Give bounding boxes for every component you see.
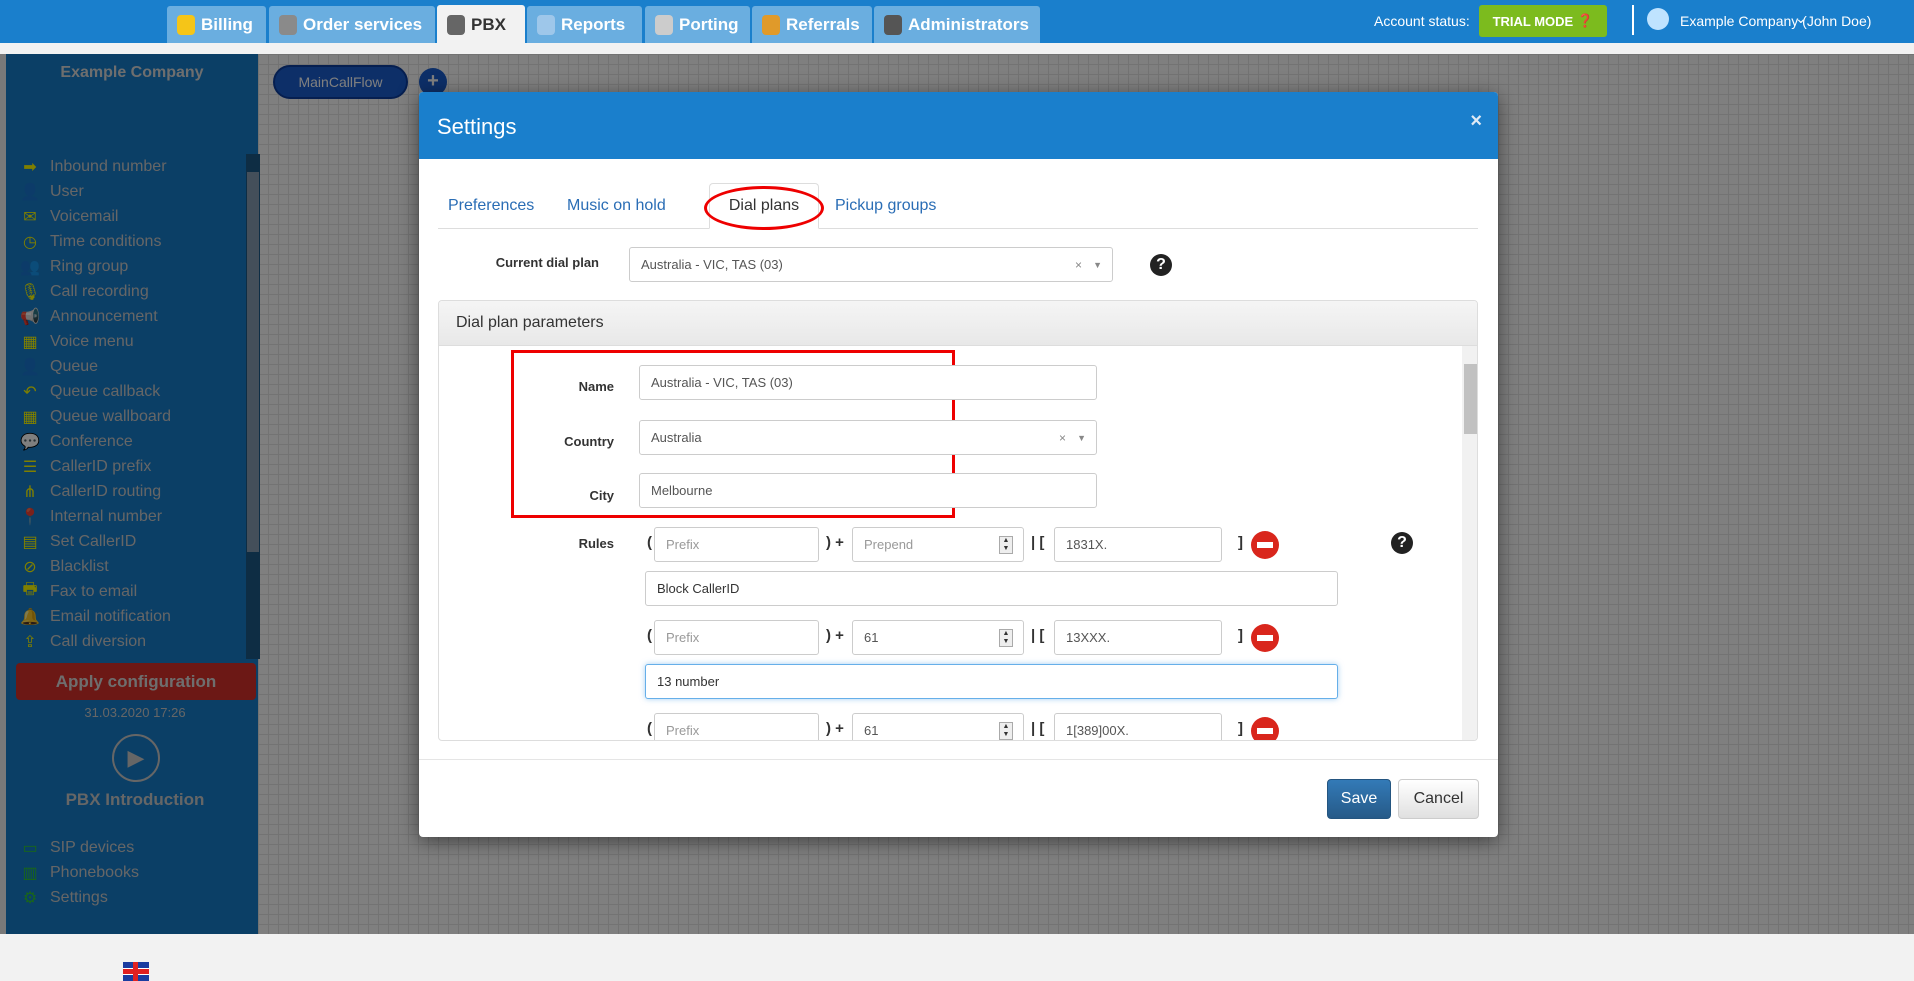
trial-mode-badge[interactable]: TRIAL MODE ❓	[1479, 5, 1607, 37]
highlight-circle	[704, 186, 824, 230]
nav-tab-label: Reports	[561, 14, 626, 34]
save-button[interactable]: Save	[1327, 779, 1391, 819]
rule-description-input[interactable]: 13 number	[645, 664, 1338, 699]
nav-tab-label: Order services	[303, 14, 423, 34]
pbx-icon	[447, 15, 465, 35]
name-input[interactable]: Australia - VIC, TAS (03)	[639, 365, 1097, 400]
nav-tab-order-services[interactable]: Order services	[269, 6, 435, 43]
caret-down-icon: ▼	[1093, 259, 1102, 270]
clear-icon[interactable]: ×	[1059, 431, 1066, 445]
settings-modal: Settings × Preferences Music on hold Dia…	[419, 92, 1498, 837]
panel-body: Name Australia - VIC, TAS (03) Country A…	[439, 346, 1477, 740]
bracket-close: ]	[1238, 720, 1243, 737]
top-navigation: Billing Order services PBX Reports Porting Re…	[0, 0, 1914, 45]
panel-scroll-thumb[interactable]	[1464, 364, 1477, 434]
spinner-icon[interactable]: ▲ ▼	[999, 629, 1013, 647]
rule-pattern-input[interactable]: 1[389]00X.	[1054, 713, 1222, 740]
nav-tab-pbx[interactable]: PBX	[437, 5, 525, 45]
caret-down-icon: ▼	[1077, 432, 1086, 443]
rule-prepend-input[interactable]: 61 ▲ ▼	[852, 713, 1024, 740]
current-dial-plan-label: Current dial plan	[495, 255, 599, 270]
rule-description-input[interactable]: Block CallerID	[645, 571, 1338, 606]
tab-music-on-hold[interactable]: Music on hold	[557, 183, 676, 229]
country-select[interactable]: Australia × ▼	[639, 420, 1097, 455]
nav-tab-referrals[interactable]: Referrals	[752, 6, 872, 43]
remove-rule-icon[interactable]	[1251, 531, 1279, 559]
name-label: Name	[578, 379, 614, 394]
rule-prepend-input[interactable]: 61 ▲ ▼	[852, 620, 1024, 655]
help-icon[interactable]: ?	[1150, 254, 1172, 276]
coins-icon	[177, 14, 195, 35]
account-status-label: Account status:	[1374, 13, 1470, 29]
paren-plus: ) +	[826, 534, 844, 551]
spinner-icon[interactable]: ▲ ▼	[999, 536, 1013, 554]
cancel-button[interactable]: Cancel	[1398, 779, 1479, 819]
nav-tab-reports[interactable]: Reports	[527, 6, 642, 43]
rule-prepend-value: Prepend	[864, 537, 914, 552]
nav-tab-administrators[interactable]: Administrators	[874, 6, 1040, 43]
nav-tab-porting[interactable]: Porting	[645, 6, 750, 43]
country-label: Country	[564, 434, 614, 449]
modal-footer-divider	[419, 759, 1498, 760]
rule-pattern-input[interactable]: 1831X.	[1054, 527, 1222, 562]
panel-title: Dial plan parameters	[439, 301, 1477, 346]
tab-pickup-groups[interactable]: Pickup groups	[825, 183, 946, 229]
paren-plus: ) +	[826, 627, 844, 644]
tab-preferences[interactable]: Preferences	[438, 183, 544, 229]
report-icon	[537, 14, 555, 35]
cart-icon	[279, 14, 297, 35]
rule-prefix-input[interactable]: Prefix	[654, 620, 819, 655]
paren-plus: ) +	[826, 720, 844, 737]
current-dial-plan-value: Australia - VIC, TAS (03)	[641, 257, 783, 272]
bracket-close: ]	[1238, 627, 1243, 644]
country-value: Australia	[651, 430, 702, 445]
close-icon[interactable]: ×	[1470, 110, 1482, 133]
paren-open: (	[647, 720, 652, 737]
user-menu[interactable]: Example Company (John Doe)	[1680, 13, 1871, 29]
rule-prefix-input[interactable]: Prefix	[654, 713, 819, 740]
city-input[interactable]: Melbourne	[639, 473, 1097, 508]
current-dial-plan-select[interactable]: Australia - VIC, TAS (03) × ▼	[629, 247, 1113, 282]
rule-pattern-input[interactable]: 13XXX.	[1054, 620, 1222, 655]
trial-mode-label: TRIAL MODE	[1492, 13, 1574, 29]
remove-rule-icon[interactable]	[1251, 624, 1279, 652]
rule-prepend-input[interactable]: Prepend ▲ ▼	[852, 527, 1024, 562]
avatar[interactable]	[1647, 8, 1669, 30]
divider	[1632, 5, 1634, 35]
rules-help-icon[interactable]: ?	[1391, 532, 1413, 554]
rule-prepend-value: 61	[864, 630, 879, 645]
admin-icon	[884, 14, 902, 35]
rule-prepend-value: 61	[864, 723, 879, 738]
bracket-open: | [	[1031, 720, 1045, 737]
chevron-down-icon[interactable]: ⌄	[1795, 10, 1807, 27]
modal-title: Settings	[419, 92, 1498, 159]
bracket-open: | [	[1031, 534, 1045, 551]
clear-icon[interactable]: ×	[1075, 258, 1082, 272]
help-icon: ❓	[1577, 13, 1594, 28]
rule-prefix-input[interactable]: Prefix	[654, 527, 819, 562]
nav-tab-label: Referrals	[786, 14, 860, 34]
dial-plan-parameters-panel: Dial plan parameters Name Australia - VI…	[438, 300, 1478, 741]
nav-tab-label: Billing	[201, 14, 253, 34]
uk-flag-icon[interactable]	[123, 962, 149, 981]
city-label: City	[589, 488, 614, 503]
phone-icon	[655, 14, 673, 35]
remove-rule-icon[interactable]	[1251, 717, 1279, 740]
spinner-icon[interactable]: ▲ ▼	[999, 722, 1013, 740]
paren-open: (	[647, 627, 652, 644]
bracket-close: ]	[1238, 534, 1243, 551]
nav-tab-label: PBX	[471, 15, 506, 34]
person-icon	[762, 14, 780, 35]
nav-tab-label: Administrators	[908, 14, 1029, 34]
bracket-open: | [	[1031, 627, 1045, 644]
tab-dial-plans[interactable]: Dial plans	[704, 183, 824, 230]
nav-tab-billing[interactable]: Billing	[167, 6, 266, 43]
paren-open: (	[647, 534, 652, 551]
rules-label: Rules	[578, 536, 614, 551]
settings-tabs: Preferences Music on hold Dial plans Pic…	[438, 183, 1478, 230]
nav-tab-label: Porting	[679, 14, 739, 34]
